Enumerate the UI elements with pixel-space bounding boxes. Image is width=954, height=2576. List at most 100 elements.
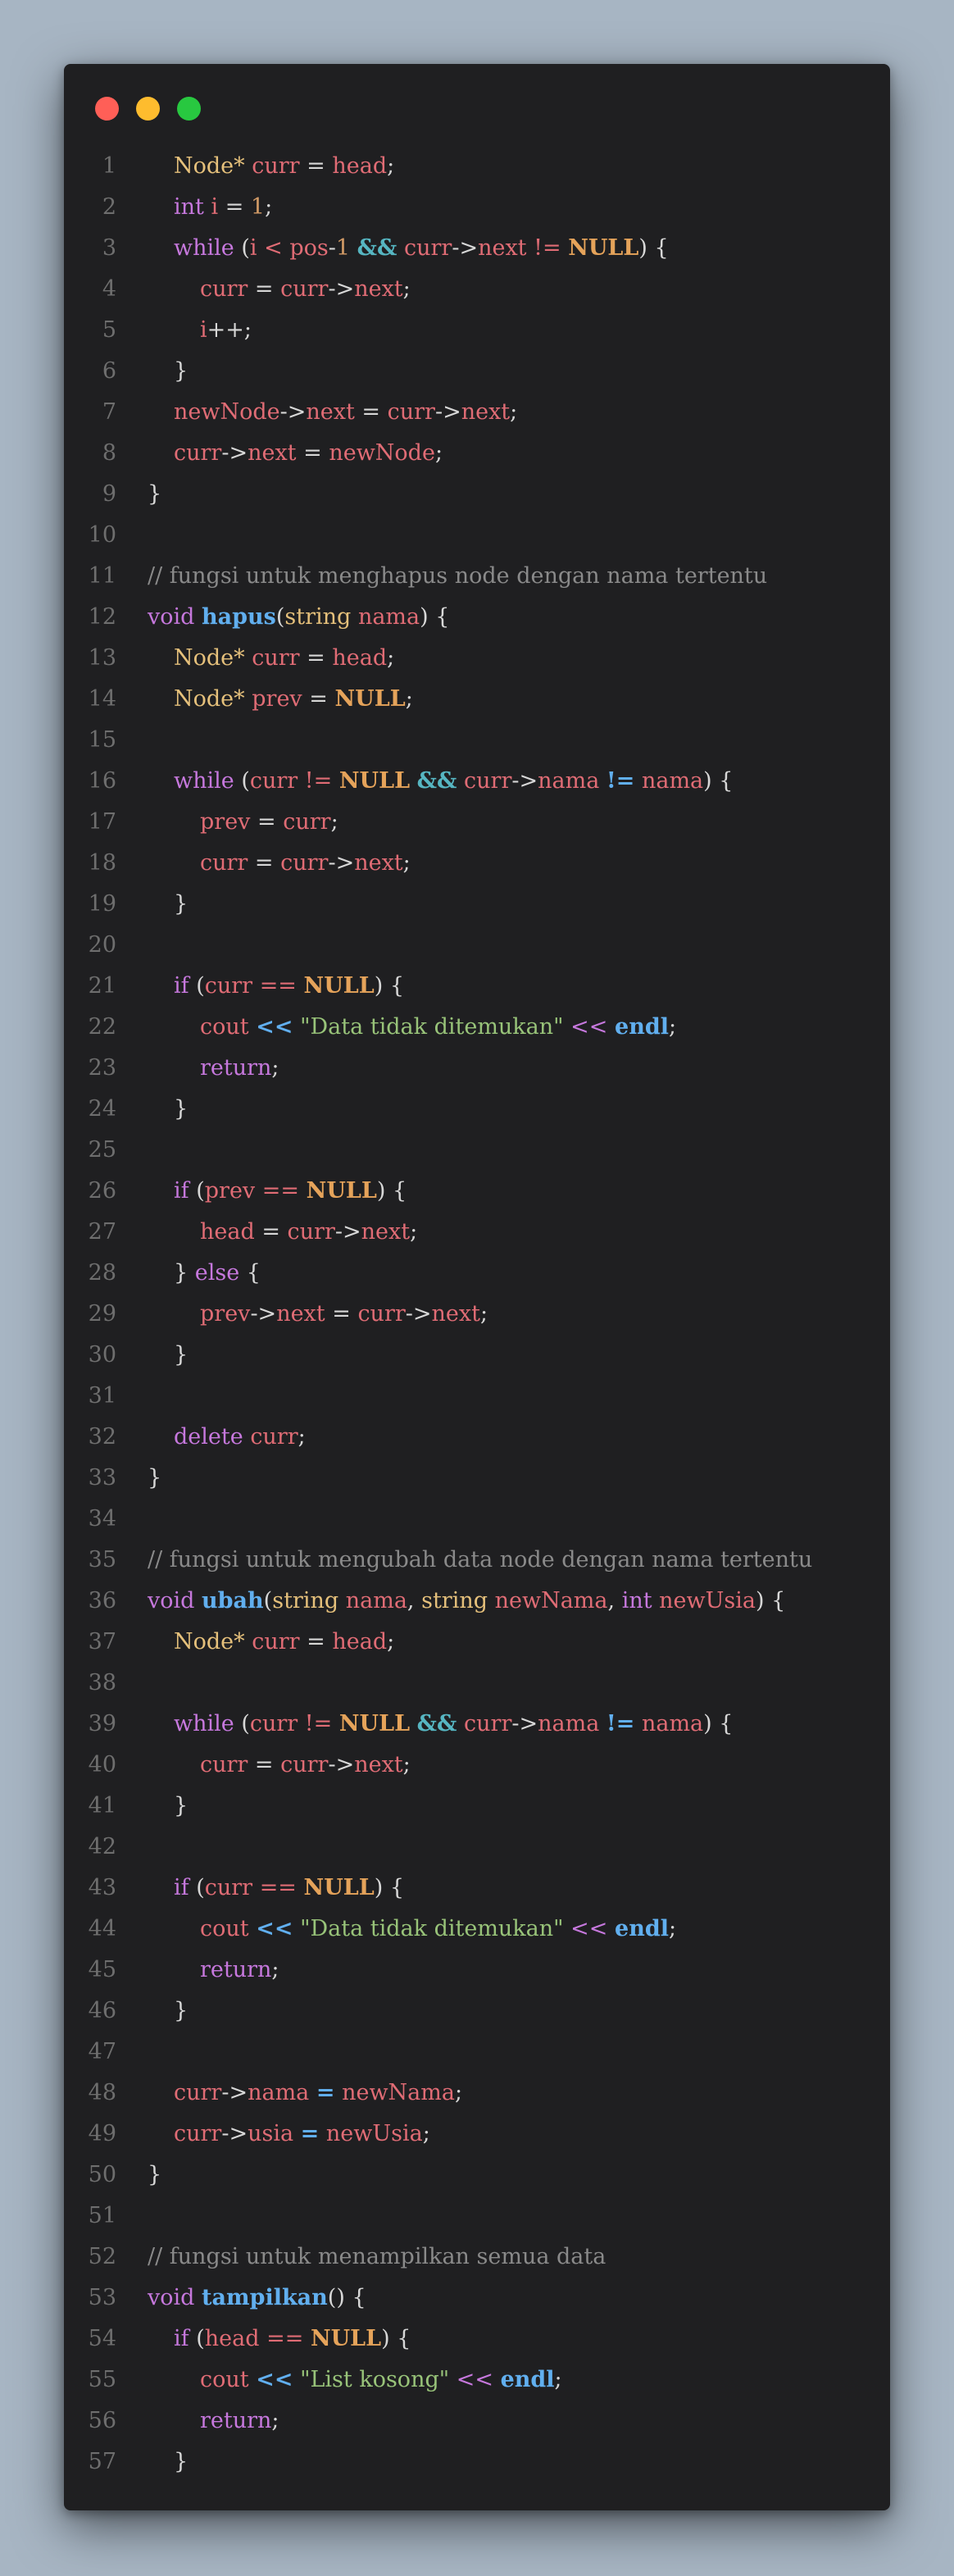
code-line: 5 i++; bbox=[64, 310, 890, 351]
code-text: delete curr; bbox=[174, 1417, 306, 1458]
code-text: prev->next = curr->next; bbox=[200, 1294, 488, 1335]
code-token: ( bbox=[275, 604, 285, 630]
code-token: ( bbox=[234, 1711, 250, 1736]
code-token: ) { bbox=[703, 768, 734, 794]
code-text: } bbox=[174, 351, 188, 392]
code-line: 51 bbox=[64, 2196, 890, 2237]
code-line: 40 curr = curr->next; bbox=[64, 1745, 890, 1786]
code-text: return; bbox=[200, 1950, 279, 1991]
code-token: prev bbox=[200, 1301, 251, 1327]
code-text: } bbox=[174, 1335, 188, 1376]
code-line: 11 // fungsi untuk menghapus node dengan … bbox=[64, 556, 890, 597]
line-number: 43 bbox=[88, 1875, 116, 1900]
code-text: Node* prev = NULL; bbox=[174, 679, 413, 720]
code-token: NULL bbox=[310, 2326, 382, 2351]
code-token: << bbox=[256, 2367, 293, 2392]
code-text: return; bbox=[200, 2401, 279, 2442]
line-number: 47 bbox=[88, 2039, 116, 2064]
code-text: cout << "List kosong" << endl; bbox=[200, 2360, 562, 2401]
code-token: ; bbox=[271, 2408, 279, 2433]
close-button[interactable] bbox=[95, 97, 119, 121]
code-text: head = curr->next; bbox=[200, 1212, 417, 1253]
code-token: "Data tidak ditemukan" bbox=[300, 1916, 564, 1941]
maximize-button[interactable] bbox=[177, 97, 201, 121]
code-token: ; bbox=[510, 399, 518, 425]
code-token: int bbox=[621, 1588, 652, 1613]
code-text: cout << "Data tidak ditemukan" << endl; bbox=[200, 1007, 676, 1048]
code-text: } bbox=[148, 474, 161, 515]
line-number: 1 bbox=[102, 153, 116, 179]
code-token: ; bbox=[402, 276, 411, 302]
code-line: 4 curr = curr->next; bbox=[64, 269, 890, 310]
line-number: 48 bbox=[88, 2080, 116, 2105]
code-token: < bbox=[264, 235, 283, 261]
code-token: -> bbox=[250, 1301, 277, 1327]
code-line: 56 return; bbox=[64, 2401, 890, 2442]
code-token: endl bbox=[615, 1014, 669, 1040]
code-line: 3 while (i < pos-1 && curr->next != NULL)… bbox=[64, 228, 890, 269]
code-token: string bbox=[421, 1588, 488, 1613]
code-line: 2 int i = 1; bbox=[64, 187, 890, 228]
code-line: 22 cout << "Data tidak ditemukan" << endl… bbox=[64, 1007, 890, 1048]
code-token: while bbox=[174, 1711, 234, 1736]
code-token: ( bbox=[189, 973, 205, 999]
line-number: 16 bbox=[88, 768, 116, 794]
code-token: curr bbox=[250, 1424, 298, 1450]
code-line: 33} bbox=[64, 1458, 890, 1499]
line-number: 12 bbox=[88, 604, 116, 630]
code-token: = bbox=[250, 809, 284, 835]
line-number: 21 bbox=[88, 973, 116, 999]
code-token: curr bbox=[174, 440, 222, 466]
line-number: 22 bbox=[88, 1014, 116, 1040]
code-token: ) { bbox=[755, 1588, 786, 1613]
code-token: -> bbox=[279, 399, 307, 425]
code-token: != bbox=[606, 768, 635, 794]
code-line: 27 head = curr->next; bbox=[64, 1212, 890, 1253]
code-token: -> bbox=[511, 768, 538, 794]
code-line: 8 curr->next = newNode; bbox=[64, 433, 890, 474]
line-number: 8 bbox=[102, 440, 116, 466]
code-token: == bbox=[259, 1875, 297, 1900]
line-number: 54 bbox=[88, 2326, 116, 2351]
code-line: 15 bbox=[64, 720, 890, 761]
code-token: ; bbox=[410, 1219, 418, 1245]
code-line: 26 if (prev == NULL) { bbox=[64, 1171, 890, 1212]
code-token: nama bbox=[641, 1711, 704, 1736]
code-token: == bbox=[266, 2326, 304, 2351]
code-token: endl bbox=[615, 1916, 669, 1941]
code-token: } bbox=[174, 1793, 189, 1818]
code-token: ) { bbox=[638, 235, 669, 261]
code-token: NULL bbox=[338, 1711, 411, 1736]
code-token: == bbox=[259, 973, 297, 999]
code-token: void bbox=[148, 604, 195, 630]
code-line: 19} bbox=[64, 884, 890, 925]
code-token: curr bbox=[404, 235, 452, 261]
code-text: curr->nama = newNama; bbox=[174, 2073, 462, 2114]
code-token: NULL bbox=[303, 1875, 375, 1900]
code-text: prev = curr; bbox=[200, 802, 338, 843]
code-token: // fungsi untuk mengubah data node denga… bbox=[148, 1547, 813, 1572]
code-token: = bbox=[325, 1301, 358, 1327]
code-line: 48 curr->nama = newNama; bbox=[64, 2073, 890, 2114]
code-token: ( bbox=[234, 235, 250, 261]
code-token: curr bbox=[252, 645, 300, 671]
code-token: newNama bbox=[342, 2080, 455, 2105]
code-text: if (prev == NULL) { bbox=[174, 1171, 407, 1212]
code-token: ) { bbox=[420, 604, 450, 630]
code-token: ; bbox=[402, 850, 411, 876]
code-line: 38 bbox=[64, 1663, 890, 1704]
minimize-button[interactable] bbox=[136, 97, 160, 121]
code-token: = bbox=[316, 2080, 335, 2105]
